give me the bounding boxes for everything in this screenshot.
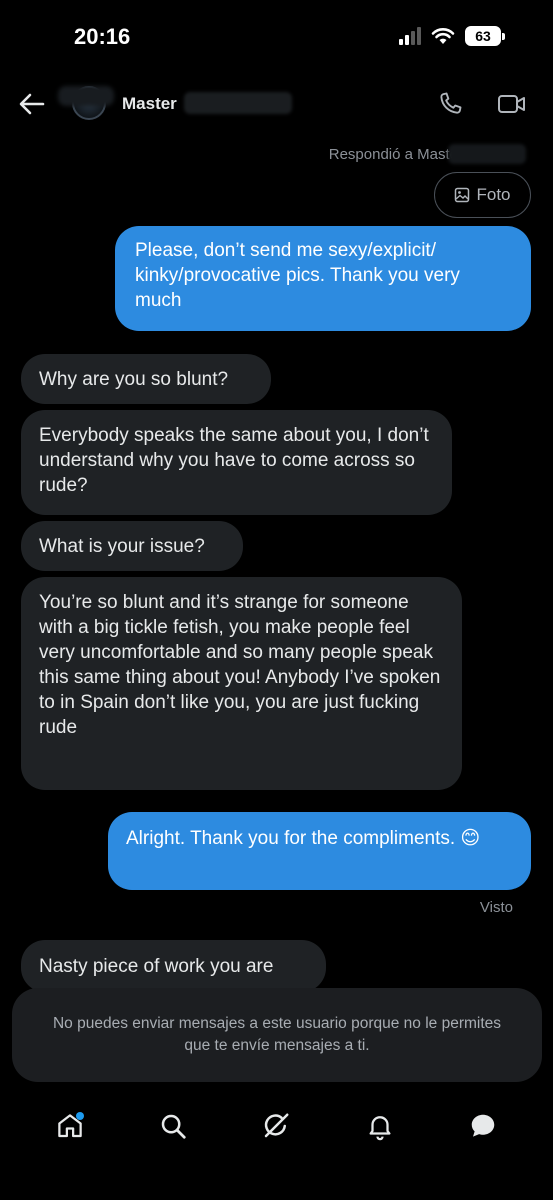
nav-search[interactable] <box>153 1106 193 1146</box>
message-text: You’re so blunt and it’s strange for som… <box>39 592 441 738</box>
nav-messages[interactable] <box>463 1106 503 1146</box>
message-text: Nasty piece of work you are <box>39 956 274 977</box>
search-icon <box>161 1114 186 1139</box>
redaction-blur <box>184 92 292 114</box>
status-time: 20:16 <box>74 24 131 49</box>
notification-dot <box>75 1112 84 1120</box>
battery-level: 63 <box>465 26 501 46</box>
message-bubble-incoming[interactable]: Why are you so blunt? <box>21 354 271 404</box>
seen-receipt: Visto <box>479 899 513 916</box>
message-bubble-icon <box>472 1114 495 1137</box>
battery-icon: 63 <box>465 26 505 46</box>
call-button[interactable] <box>436 90 464 118</box>
cellular-signal-icon <box>399 27 421 45</box>
redaction-blur <box>448 144 526 164</box>
contact-name[interactable]: Master <box>122 94 177 114</box>
message-bubble-outgoing[interactable]: Please, don’t send me sexy/explicit/ kin… <box>115 226 531 331</box>
replied-to-label: Respondió a Master <box>328 146 463 163</box>
message-text: What is your issue? <box>39 536 205 557</box>
back-button[interactable] <box>18 90 46 118</box>
messaging-restricted-notice: No puedes enviar mensajes a este usuario… <box>12 988 542 1082</box>
status-icons: 63 <box>399 26 505 46</box>
replied-photo-chip[interactable]: Foto <box>434 172 531 218</box>
photo-chip-label: Foto <box>476 185 511 204</box>
message-text: Everybody speaks the same about you, I d… <box>39 425 429 496</box>
notice-text: No puedes enviar mensajes a este usuario… <box>52 1015 502 1054</box>
video-call-button[interactable] <box>497 90 527 118</box>
message-bubble-incoming[interactable]: What is your issue? <box>21 521 243 571</box>
message-text: Why are you so blunt? <box>39 369 229 390</box>
status-bar: 20:16 63 <box>0 0 553 78</box>
nav-grok[interactable] <box>256 1106 296 1146</box>
nav-notifications[interactable] <box>360 1106 400 1146</box>
message-text: Please, don’t send me sexy/explicit/ kin… <box>135 240 460 311</box>
conversation-header: Master <box>0 78 553 134</box>
video-camera-icon <box>498 95 525 113</box>
grok-icon <box>265 1113 289 1138</box>
message-bubble-outgoing[interactable]: Alright. Thank you for the compliments. … <box>108 812 531 890</box>
back-arrow-icon <box>19 93 45 115</box>
bottom-navigation <box>0 1096 553 1156</box>
message-text: Alright. Thank you for the compliments. … <box>126 828 481 849</box>
redaction-blur <box>58 86 114 106</box>
message-bubble-incoming[interactable]: Nasty piece of work you are <box>21 940 326 992</box>
message-bubble-incoming[interactable]: Everybody speaks the same about you, I d… <box>21 410 452 515</box>
wifi-icon <box>431 28 455 44</box>
phone-icon <box>440 92 462 114</box>
nav-home[interactable] <box>50 1106 90 1146</box>
message-bubble-incoming[interactable]: You’re so blunt and it’s strange for som… <box>21 577 462 790</box>
image-icon <box>455 187 470 203</box>
bell-icon <box>369 1116 391 1141</box>
